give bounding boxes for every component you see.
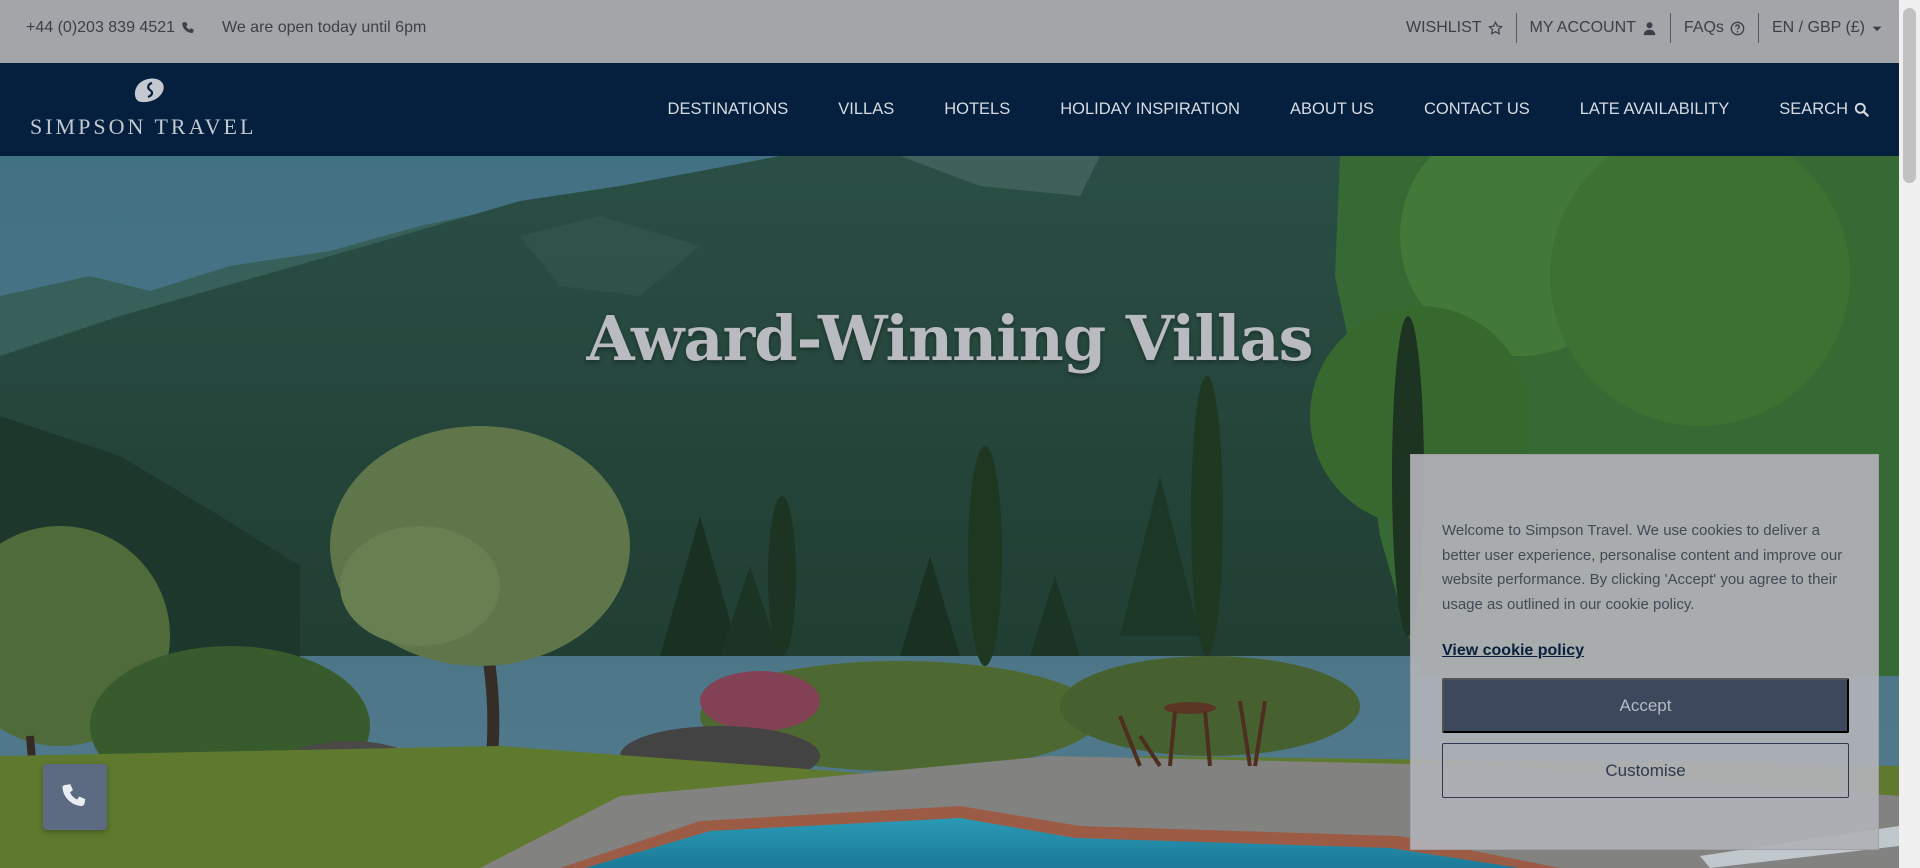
view-cookie-policy-link[interactable]: View cookie policy	[1442, 642, 1584, 660]
contact-info: +44 (0)203 839 4521 We are open today un…	[26, 0, 426, 56]
nav-item-about-us[interactable]: ABOUT US	[1290, 100, 1374, 119]
logo-mark-icon	[134, 78, 164, 103]
phone-number: +44 (0)203 839 4521	[26, 19, 176, 36]
wishlist-link[interactable]: WISHLIST	[1393, 13, 1516, 43]
nav-links: DESTINATIONS VILLAS HOTELS HOLIDAY INSPI…	[668, 63, 1869, 156]
my-account-link[interactable]: MY ACCOUNT	[1515, 13, 1670, 43]
nav-item-destinations[interactable]: DESTINATIONS	[668, 100, 789, 119]
faqs-label: FAQs	[1683, 19, 1724, 36]
logo-wordmark: SIMPSON TRAVEL	[30, 114, 257, 139]
wishlist-label: WISHLIST	[1405, 19, 1482, 36]
customise-button[interactable]: Customise	[1442, 743, 1849, 798]
user-icon	[1643, 21, 1656, 35]
opening-hours: We are open today until 6pm	[222, 19, 427, 36]
phone-icon	[62, 784, 86, 807]
nav-item-villas[interactable]: VILLAS	[838, 100, 894, 119]
top-utility-bar: +44 (0)203 839 4521 We are open today un…	[0, 0, 1899, 63]
floating-call-button[interactable]	[43, 764, 107, 830]
site-logo[interactable]: SIMPSON TRAVEL	[30, 77, 270, 143]
nav-item-label: LATE AVAILABILITY	[1579, 100, 1730, 118]
caret-down-icon	[1872, 26, 1882, 31]
main-navigation: SIMPSON TRAVEL DESTINATIONS VILLAS HOTEL…	[0, 63, 1899, 156]
nav-item-label: DESTINATIONS	[667, 100, 789, 118]
search-icon	[1854, 102, 1869, 117]
nav-item-label: VILLAS	[838, 100, 895, 118]
hero-title: Award-Winning Villas	[586, 302, 1313, 375]
utility-links: WISHLIST MY ACCOUNT FAQs EN / GBP (£)	[1393, 0, 1883, 56]
nav-item-label: CONTACT US	[1424, 100, 1530, 118]
locale-label: EN / GBP (£)	[1771, 19, 1865, 36]
nav-item-contact-us[interactable]: CONTACT US	[1424, 100, 1530, 119]
nav-item-search[interactable]: SEARCH	[1779, 100, 1869, 119]
phone-icon	[182, 21, 194, 33]
my-account-label: MY ACCOUNT	[1529, 19, 1636, 36]
locale-selector[interactable]: EN / GBP (£)	[1757, 13, 1883, 43]
page-scrollbar[interactable]	[1899, 0, 1920, 868]
nav-item-holiday-inspiration[interactable]: HOLIDAY INSPIRATION	[1060, 100, 1240, 119]
scrollbar-thumb[interactable]	[1903, 8, 1916, 183]
nav-item-hotels[interactable]: HOTELS	[944, 100, 1010, 119]
star-icon	[1487, 20, 1503, 35]
cookie-consent-panel: Welcome to Simpson Travel. We use cookie…	[1410, 454, 1879, 850]
phone-link[interactable]: +44 (0)203 839 4521	[26, 19, 196, 37]
nav-item-label: HOTELS	[944, 100, 1011, 118]
nav-item-label: SEARCH	[1779, 100, 1848, 118]
cookie-message: Welcome to Simpson Travel. We use cookie…	[1442, 522, 1843, 613]
faqs-link[interactable]: FAQs	[1669, 13, 1758, 43]
nav-item-label: ABOUT US	[1289, 100, 1375, 118]
nav-item-late-availability[interactable]: LATE AVAILABILITY	[1580, 100, 1729, 119]
accept-button[interactable]: Accept	[1442, 678, 1849, 733]
nav-item-label: HOLIDAY INSPIRATION	[1060, 100, 1240, 118]
question-circle-icon	[1730, 21, 1745, 35]
